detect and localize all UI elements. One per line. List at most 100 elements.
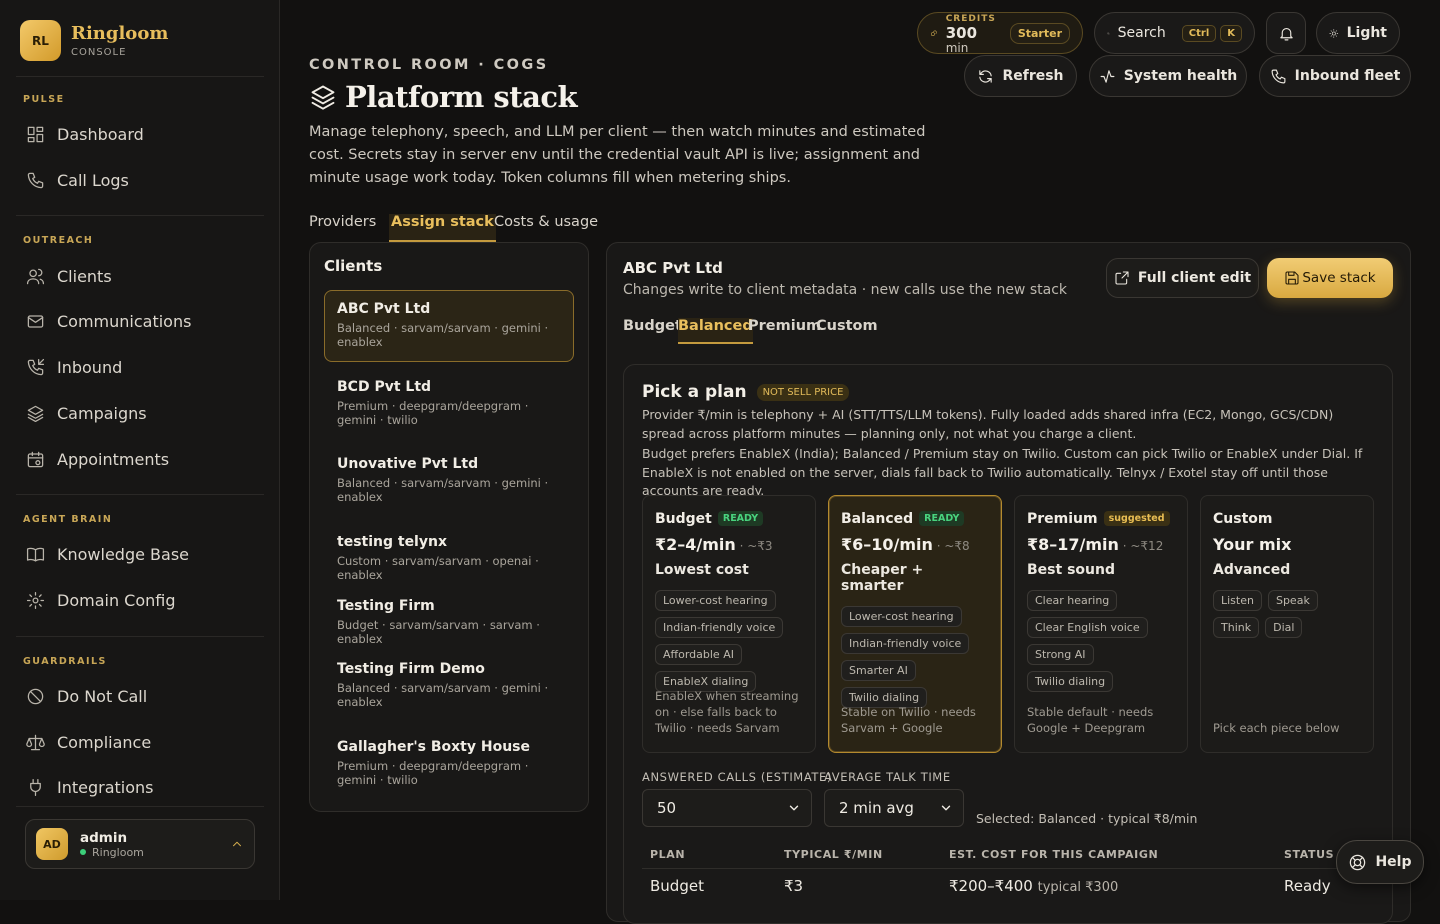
phone-icon: [27, 172, 44, 188]
plan-card-premium[interactable]: Premium suggested ₹8–17/min · ~₹12 Best s…: [1014, 495, 1188, 753]
client-item[interactable]: Gallagher's Boxty House Premium · deepgr…: [324, 728, 574, 798]
chevron-down-icon: [789, 805, 799, 811]
sun-icon: [1329, 28, 1339, 38]
pick-plan-note-1: Provider ₹/min is telephony + AI (STT/TT…: [642, 407, 1334, 441]
client-name: Testing Firm: [337, 598, 435, 614]
client-item[interactable]: testing telynx Custom · sarvam/sarvam · …: [324, 523, 574, 593]
feature-chip: Clear hearing: [1027, 590, 1118, 611]
plan-price: ₹2–4/min: [655, 535, 736, 554]
tab-providers[interactable]: Providers: [309, 214, 376, 242]
system-health-button[interactable]: System health: [1089, 55, 1247, 97]
plan-price: ₹6–10/min: [841, 535, 933, 554]
plan-card-custom[interactable]: Custom Your mix Advanced Listen Speak Th…: [1200, 495, 1374, 753]
sidebar-item-label: Dashboard: [57, 124, 144, 144]
save-stack-button[interactable]: Save stack: [1267, 258, 1393, 298]
client-name: Unovative Pvt Ltd: [337, 456, 479, 472]
page-description: Manage telephony, speech, and LLM per cl…: [309, 124, 926, 186]
answered-calls-select[interactable]: 50: [642, 789, 812, 827]
answered-calls-label: ANSWERED CALLS (ESTIMATE): [642, 770, 832, 784]
sidebar-item-integrations[interactable]: Integrations: [26, 775, 154, 799]
plan-tab-custom[interactable]: Custom: [816, 318, 878, 344]
client-meta: Balanced · sarvam/sarvam · gemini · enab…: [337, 476, 549, 504]
section-agent-brain: AGENT BRAIN: [23, 514, 113, 525]
sidebar-item-inbound[interactable]: Inbound: [26, 355, 122, 379]
bell-icon: [1279, 27, 1293, 40]
client-name: ABC Pvt Ltd: [337, 301, 431, 317]
sidebar-item-communications[interactable]: Communications: [26, 309, 191, 333]
plan-typical: · ~₹3: [735, 539, 773, 553]
full-client-edit-button[interactable]: Full client edit: [1106, 258, 1259, 298]
credits-unit: min: [945, 40, 969, 55]
chevron-down-icon: [941, 805, 951, 811]
sidebar-item-label: Clients: [57, 266, 112, 286]
feature-chip: Speak: [1267, 590, 1318, 611]
search-button[interactable]: Search Ctrl K: [1094, 12, 1255, 54]
kbd-k: K: [1220, 24, 1242, 42]
grid-icon: [27, 126, 44, 142]
pick-plan-note-2: Budget prefers EnableX (India); Balanced…: [642, 446, 1363, 498]
sidebar-item-compliance[interactable]: Compliance: [26, 730, 151, 754]
divider: [16, 636, 264, 637]
suggested-badge: suggested: [1103, 511, 1170, 526]
plan-card-balanced[interactable]: Balanced READY ₹6–10/min · ~₹8 Cheaper + …: [828, 495, 1002, 753]
notifications-button[interactable]: [1266, 12, 1306, 54]
plan-note: Stable on Twilio · needs Sarvam + Google: [841, 705, 976, 735]
tab-assign-stack[interactable]: Assign stack: [389, 214, 496, 242]
pick-plan-header: Pick a plan NOT SELL PRICE: [642, 382, 850, 402]
talk-time-value: 2 min avg: [839, 799, 914, 817]
inbound-fleet-button[interactable]: Inbound fleet: [1259, 55, 1411, 97]
sidebar-item-call-logs[interactable]: Call Logs: [26, 168, 129, 192]
sidebar-item-do-not-call[interactable]: Do Not Call: [26, 684, 147, 708]
sidebar-item-appointments[interactable]: Appointments: [26, 447, 169, 471]
plan-tab-premium[interactable]: Premium: [748, 318, 821, 344]
sidebar-item-label: Do Not Call: [57, 686, 148, 706]
client-item[interactable]: Testing Firm Budget · sarvam/sarvam · sa…: [324, 587, 574, 657]
sidebar-item-label: Integrations: [57, 777, 154, 797]
client-item[interactable]: Testing Firm Demo Balanced · sarvam/sarv…: [324, 650, 574, 720]
tab-costs-usage[interactable]: Costs & usage: [494, 214, 598, 242]
sidebar: RL Ringloom CONSOLE PULSE Dashboard Call…: [0, 0, 280, 900]
client-meta: Premium · deepgram/deepgram · gemini · t…: [337, 399, 529, 427]
refresh-icon: [979, 69, 993, 83]
plan-tab-balanced[interactable]: Balanced: [678, 318, 753, 344]
clients-panel: Clients ABC Pvt Ltd Balanced · sarvam/sa…: [309, 242, 589, 812]
plan-tagline: Best sound: [1027, 562, 1115, 578]
feature-chip: Lower-cost hearing: [841, 606, 962, 627]
brand[interactable]: RL Ringloom CONSOLE: [20, 20, 168, 61]
sidebar-item-domain-config[interactable]: Domain Config: [26, 588, 176, 612]
sidebar-item-campaigns[interactable]: Campaigns: [26, 401, 147, 425]
help-button[interactable]: Help: [1336, 840, 1424, 884]
section-outreach: OUTREACH: [23, 235, 94, 246]
page-title: Platform stack: [309, 80, 578, 114]
credits-pill[interactable]: CREDITS 300 min Starter: [917, 12, 1083, 55]
breadcrumb: CONTROL ROOM · COGS: [309, 57, 549, 73]
refresh-button[interactable]: Refresh: [964, 55, 1077, 97]
sidebar-item-knowledge-base[interactable]: Knowledge Base: [26, 542, 189, 566]
page-title-text: Platform stack: [345, 80, 578, 114]
feature-chip: Clear English voice: [1027, 617, 1148, 638]
plan-tab-budget[interactable]: Budget: [623, 318, 682, 344]
users-icon: [26, 268, 45, 284]
plug-icon: [30, 778, 41, 796]
feature-chip: Strong AI: [1027, 644, 1094, 665]
status-badge: READY: [919, 511, 965, 526]
column-header-typical: TYPICAL ₹/MIN: [784, 848, 883, 861]
selected-plan-summary: Selected: Balanced · typical ₹8/min: [976, 811, 1198, 826]
divider: [16, 215, 264, 216]
client-item[interactable]: Unovative Pvt Ltd Balanced · sarvam/sarv…: [324, 445, 574, 515]
plan-note: EnableX when streaming on · else falls b…: [655, 689, 799, 735]
sidebar-item-dashboard[interactable]: Dashboard: [26, 122, 144, 146]
client-item[interactable]: ABC Pvt Ltd Balanced · sarvam/sarvam · g…: [324, 290, 574, 362]
plan-name: Premium: [1027, 511, 1098, 527]
talk-time-select[interactable]: 2 min avg: [824, 789, 964, 827]
plan-card-budget[interactable]: Budget READY ₹2–4/min · ~₹3 Lowest cost L…: [642, 495, 816, 753]
plan-tagline: Advanced: [1213, 562, 1291, 578]
sidebar-item-clients[interactable]: Clients: [26, 264, 112, 288]
avatar: AD: [36, 828, 68, 860]
theme-toggle[interactable]: Light: [1316, 12, 1400, 54]
user-menu[interactable]: AD admin Ringloom: [25, 819, 255, 869]
client-item[interactable]: BCD Pvt Ltd Premium · deepgram/deepgram …: [324, 368, 574, 438]
gear-icon: [26, 591, 45, 609]
feature-chip: Indian-friendly voice: [841, 633, 970, 654]
section-pulse: PULSE: [23, 94, 65, 105]
